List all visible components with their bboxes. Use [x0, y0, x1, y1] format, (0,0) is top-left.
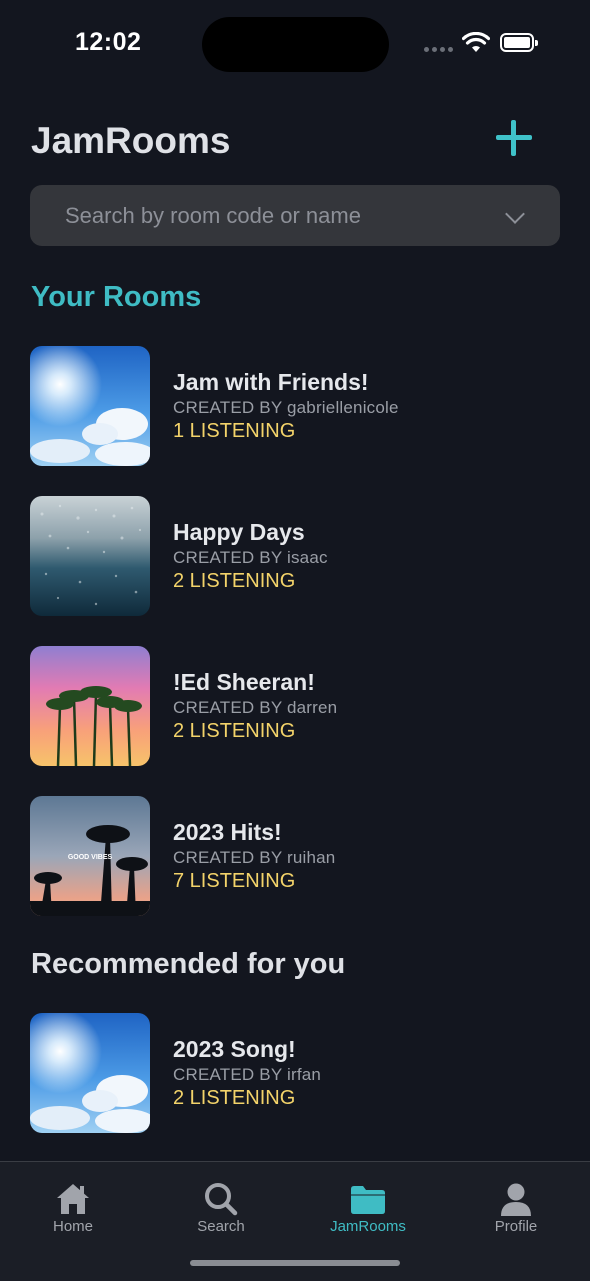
room-thumbnail [30, 646, 150, 766]
room-title: !Ed Sheeran! [173, 669, 315, 695]
tab-label: Home [52, 1218, 93, 1235]
room-creator: CREATED BY darren [173, 698, 338, 717]
tab-label: JamRooms [330, 1218, 406, 1235]
battery-icon [500, 33, 538, 52]
cellular-signal-icon [424, 47, 453, 52]
room-thumbnail [30, 496, 150, 616]
tab-profile[interactable]: Profile [456, 1162, 576, 1242]
room-item[interactable]: 2023 Song! CREATED BY irfan 2 LISTENING [30, 1013, 550, 1133]
section-title-recommended: Recommended for you [31, 948, 346, 980]
search-icon [205, 1183, 238, 1216]
room-title: 2023 Hits! [173, 819, 282, 845]
room-title: Jam with Friends! [173, 369, 369, 395]
room-item[interactable]: !Ed Sheeran! CREATED BY darren 2 LISTENI… [30, 646, 550, 766]
room-item[interactable]: Happy Days CREATED BY isaac 2 LISTENING [30, 496, 550, 616]
room-item[interactable]: Jam with Friends! CREATED BY gabrielleni… [30, 346, 550, 466]
room-item[interactable]: GOOD VIBES 2023 Hits! CREATED BY ruihan … [30, 796, 550, 916]
room-title: Happy Days [173, 519, 305, 545]
tab-search[interactable]: Search [161, 1162, 281, 1242]
person-icon [501, 1183, 531, 1216]
room-creator: CREATED BY isaac [173, 548, 328, 567]
folder-icon [351, 1186, 385, 1214]
room-listening-count: 2 LISTENING [173, 570, 296, 592]
home-indicator[interactable] [190, 1260, 400, 1266]
room-thumbnail [30, 1013, 150, 1133]
tab-home[interactable]: Home [13, 1162, 133, 1242]
room-creator: CREATED BY irfan [173, 1065, 322, 1084]
room-thumbnail: GOOD VIBES [30, 796, 150, 916]
room-listening-count: 7 LISTENING [173, 870, 296, 892]
room-listening-count: 2 LISTENING [173, 1087, 296, 1109]
status-time: 12:02 [75, 28, 142, 56]
tab-jamrooms[interactable]: JamRooms [308, 1162, 428, 1242]
tab-label: Profile [494, 1218, 538, 1235]
home-icon [57, 1184, 89, 1214]
add-room-button[interactable] [496, 120, 532, 156]
search-box[interactable] [30, 185, 560, 246]
chevron-down-icon[interactable] [505, 204, 525, 224]
tab-label: Search [197, 1218, 245, 1235]
thumbnail-caption: GOOD VIBES [68, 854, 113, 861]
status-bar: 12:02 [0, 0, 590, 90]
page-title: JamRooms [31, 120, 231, 161]
dynamic-island [202, 17, 389, 72]
room-listening-count: 1 LISTENING [173, 420, 296, 442]
room-title: 2023 Song! [173, 1036, 296, 1062]
room-thumbnail [30, 346, 150, 466]
room-creator: CREATED BY gabriellenicole [173, 398, 399, 417]
room-creator: CREATED BY ruihan [173, 848, 336, 867]
room-listening-count: 2 LISTENING [173, 720, 296, 742]
section-title-your-rooms: Your Rooms [31, 281, 202, 313]
wifi-icon [462, 32, 490, 52]
search-input[interactable] [65, 185, 485, 246]
